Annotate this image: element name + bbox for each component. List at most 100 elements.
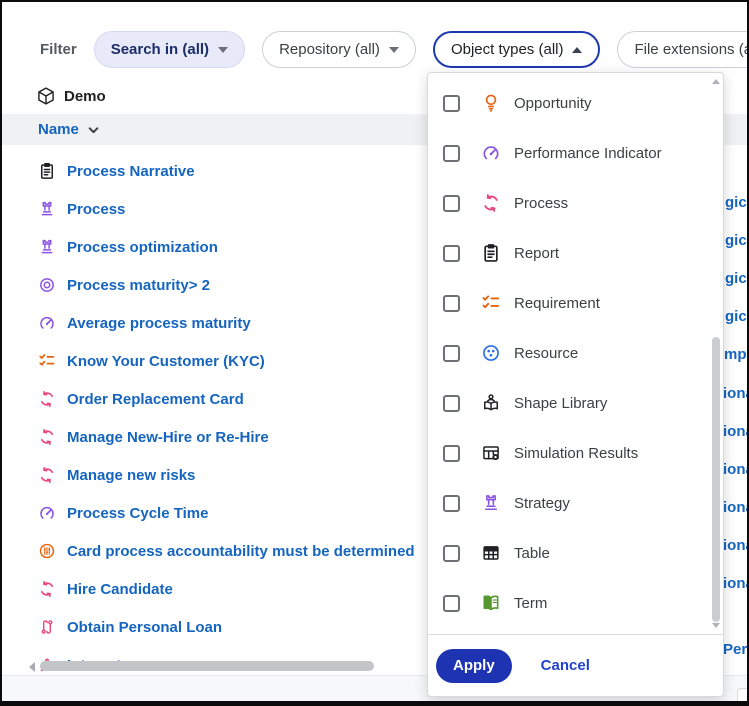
list-item-link[interactable]: Process optimization: [67, 239, 218, 256]
filter-pill-label: File extensions (all): [634, 41, 749, 58]
strategy-icon: [38, 238, 56, 256]
repository-group-name: Demo: [64, 88, 106, 105]
process-icon: [38, 428, 56, 446]
object-type-option[interactable]: Resource: [428, 328, 723, 378]
resource-icon: [481, 343, 501, 363]
term-icon: [481, 593, 501, 613]
list-item[interactable]: Process Cycle Time: [2, 494, 432, 532]
repository-group-row[interactable]: Demo: [36, 85, 106, 107]
object-type-option[interactable]: Performance Indicator: [428, 128, 723, 178]
list-item-link[interactable]: Hire Candidate: [67, 581, 173, 598]
object-type-option[interactable]: Simulation Results: [428, 428, 723, 478]
checkbox[interactable]: [443, 295, 460, 312]
list-item-link[interactable]: Process: [67, 201, 125, 218]
list-item-link[interactable]: Process Narrative: [67, 163, 195, 180]
occluded-link-fragment[interactable]: gic P: [725, 308, 749, 325]
checkbox[interactable]: [443, 445, 460, 462]
gauge-icon: [38, 504, 56, 522]
list-item-link[interactable]: Manage New-Hire or Re-Hire: [67, 429, 269, 446]
list-item-link[interactable]: Process Cycle Time: [67, 505, 208, 522]
cancel-button[interactable]: Cancel: [541, 657, 590, 674]
checkbox[interactable]: [443, 95, 460, 112]
list-item[interactable]: Manage New-Hire or Re-Hire: [2, 418, 432, 456]
list-item[interactable]: Order Replacement Card: [2, 380, 432, 418]
list-item-link[interactable]: Average process maturity: [67, 315, 251, 332]
horizontal-scrollbar-thumb[interactable]: [40, 661, 374, 671]
list-item[interactable]: Manage new risks: [2, 456, 432, 494]
chevron-down-icon: [87, 124, 100, 137]
list-item[interactable]: Average process maturity: [2, 304, 432, 342]
list-item[interactable]: Process maturity> 2: [2, 266, 432, 304]
dropdown-arrow-icon: [389, 47, 399, 53]
occluded-link-fragment[interactable]: gic P: [725, 270, 749, 287]
object-types-dropdown: Opportunity Performance Indicator Proces…: [427, 72, 724, 697]
list-item-link[interactable]: Obtain Personal Loan: [67, 619, 222, 636]
list-item[interactable]: Process Narrative: [2, 152, 432, 190]
name-header-label: Name: [38, 121, 79, 138]
opportunity-icon: [481, 93, 501, 113]
list-item-link[interactable]: Order Replacement Card: [67, 391, 244, 408]
list-item[interactable]: Process: [2, 190, 432, 228]
panel-scrollbar-thumb[interactable]: [712, 337, 720, 622]
object-type-option[interactable]: Process: [428, 178, 723, 228]
scroll-up-arrow-icon[interactable]: [712, 79, 720, 84]
simulation-icon: [481, 443, 501, 463]
filter-pill[interactable]: File extensions (all): [617, 31, 749, 68]
cut-off-corner-widget: [737, 688, 749, 706]
list-item[interactable]: Card process accountability must be dete…: [2, 532, 432, 570]
checklist-icon: [481, 293, 501, 313]
apply-button[interactable]: Apply: [436, 649, 512, 683]
checkbox[interactable]: [443, 245, 460, 262]
process-icon: [38, 466, 56, 484]
list-item-link[interactable]: Card process accountability must be dete…: [67, 543, 415, 560]
journey-icon: [38, 618, 56, 636]
object-types-scroll-area: Opportunity Performance Indicator Proces…: [428, 73, 723, 634]
list-item-link[interactable]: Manage new risks: [67, 467, 195, 484]
gauge-icon: [38, 314, 56, 332]
report-icon: [38, 162, 56, 180]
checkbox[interactable]: [443, 395, 460, 412]
checkbox[interactable]: [443, 595, 460, 612]
object-type-option[interactable]: Shape Library: [428, 378, 723, 428]
object-type-option[interactable]: Requirement: [428, 278, 723, 328]
dropdown-arrow-icon: [218, 47, 228, 53]
filter-bar: Filter Search in (all) Repository (all) …: [40, 31, 749, 68]
object-type-option[interactable]: Report: [428, 228, 723, 278]
list-item[interactable]: Process optimization: [2, 228, 432, 266]
checkbox[interactable]: [443, 545, 460, 562]
occluded-link-fragment[interactable]: gic P: [725, 194, 749, 211]
checkbox[interactable]: [443, 195, 460, 212]
checkbox[interactable]: [443, 345, 460, 362]
list-item[interactable]: Obtain Personal Loan: [2, 608, 432, 646]
filter-pill-label: Object types (all): [451, 41, 564, 58]
results-list: Process Narrative Process Process optimi…: [2, 152, 432, 675]
object-type-option[interactable]: Table: [428, 528, 723, 578]
objective-icon: [38, 276, 56, 294]
list-item-link[interactable]: Know Your Customer (KYC): [67, 353, 265, 370]
scroll-down-arrow-icon[interactable]: [712, 623, 720, 628]
occluded-link-fragment[interactable]: mpl: [724, 346, 749, 363]
filter-pill[interactable]: Repository (all): [262, 31, 416, 68]
list-item[interactable]: Know Your Customer (KYC): [2, 342, 432, 380]
list-item[interactable]: Hire Candidate: [2, 570, 432, 608]
list-item-link[interactable]: Process maturity> 2: [67, 277, 210, 294]
occluded-link-fragment[interactable]: Pers: [723, 641, 749, 658]
object-type-option[interactable]: Term: [428, 578, 723, 628]
filter-pill[interactable]: Object types (all): [433, 31, 601, 68]
occluded-link-fragment[interactable]: gic P: [725, 232, 749, 249]
process-icon: [38, 580, 56, 598]
process-icon: [38, 390, 56, 408]
filter-pill[interactable]: Search in (all): [94, 31, 245, 68]
circle-sliders-icon: [38, 542, 56, 560]
checkbox[interactable]: [443, 495, 460, 512]
dropdown-arrow-icon: [572, 47, 582, 53]
checkbox[interactable]: [443, 145, 460, 162]
app-window: Filter Search in (all) Repository (all) …: [0, 0, 749, 706]
object-type-option[interactable]: Opportunity: [428, 78, 723, 128]
filter-pill-label: Search in (all): [111, 41, 209, 58]
hscroll-left-arrow-icon[interactable]: [29, 662, 35, 672]
cube-icon: [36, 86, 56, 106]
gauge-icon: [481, 143, 501, 163]
filter-pills: Search in (all) Repository (all) Object …: [94, 31, 749, 68]
object-type-option[interactable]: Strategy: [428, 478, 723, 528]
